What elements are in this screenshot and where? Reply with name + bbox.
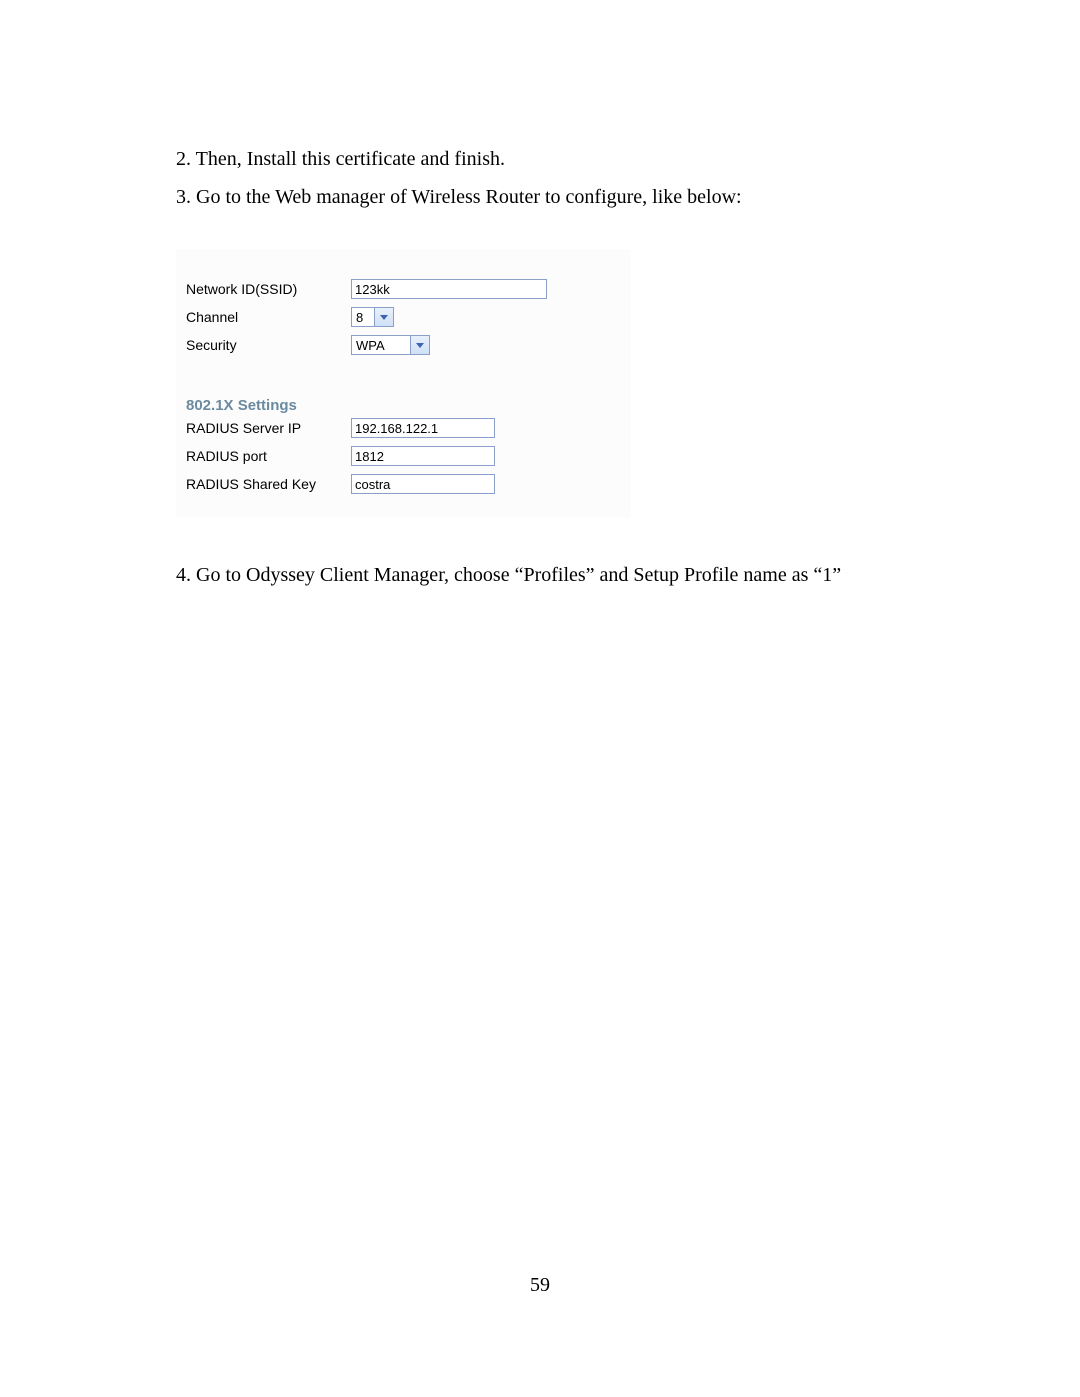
chevron-down-icon (374, 308, 393, 326)
step-3-text: 3. Go to the Web manager of Wireless Rou… (176, 184, 742, 210)
radius-key-label: RADIUS Shared Key (186, 476, 351, 492)
security-select[interactable]: WPA (351, 335, 430, 355)
page-number: 59 (0, 1274, 1080, 1297)
radius-key-input[interactable]: costra (351, 474, 495, 494)
step-4-text: 4. Go to Odyssey Client Manager, choose … (176, 562, 841, 588)
radius-port-input[interactable]: 1812 (351, 446, 495, 466)
channel-select[interactable]: 8 (351, 307, 394, 327)
channel-label: Channel (186, 309, 351, 325)
router-config-screenshot: Network ID(SSID) 123kk Channel 8 Securit… (176, 249, 631, 518)
ssid-input[interactable]: 123kk (351, 279, 547, 299)
channel-value: 8 (352, 308, 374, 326)
chevron-down-icon (410, 336, 429, 354)
page: 2. Then, Install this certificate and fi… (0, 0, 1080, 1397)
step-2-text: 2. Then, Install this certificate and fi… (176, 146, 505, 172)
security-label: Security (186, 337, 351, 353)
ssid-label: Network ID(SSID) (186, 281, 351, 297)
radius-port-label: RADIUS port (186, 448, 351, 464)
radius-ip-input[interactable]: 192.168.122.1 (351, 418, 495, 438)
radius-ip-label: RADIUS Server IP (186, 420, 351, 436)
security-value: WPA (352, 336, 410, 354)
section-title-8021x: 802.1X Settings (186, 397, 297, 414)
